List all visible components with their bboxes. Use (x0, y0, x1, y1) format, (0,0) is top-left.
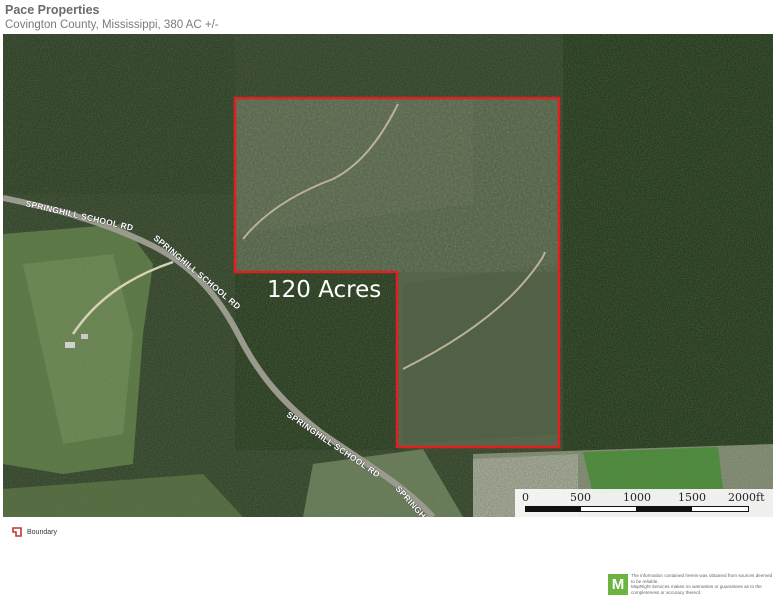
scale-tick-1500: 1500 (678, 491, 706, 504)
mapright-logo: M (608, 574, 628, 595)
boundary-icon (12, 527, 22, 537)
disclaimer-text: The information contained herein was obt… (631, 573, 774, 595)
satellite-map[interactable]: SPRINGHILL SCHOOL RD SPRINGHILL SCHOOL R… (3, 34, 773, 517)
building (65, 342, 75, 348)
legend: Boundary (12, 527, 57, 537)
parcel-acreage-label: 120 Acres (267, 277, 381, 303)
page-title: Pace Properties (5, 3, 100, 17)
scale-bar: 0 500 1000 1500 2000ft (515, 489, 773, 517)
disclaimer-line-1: The information contained herein was obt… (631, 573, 773, 584)
disclaimer-line-2: MapRight Services makes no warranties or… (631, 584, 762, 595)
scale-bar-graphic (525, 506, 749, 512)
parcel-texture (235, 98, 559, 272)
building (81, 334, 88, 339)
scale-tick-1000: 1000 (623, 491, 651, 504)
scale-tick-2000: 2000ft (728, 491, 765, 504)
page-subtitle: Covington County, Mississippi, 380 AC +/… (5, 19, 219, 31)
scale-tick-500: 500 (570, 491, 591, 504)
map-header: Pace Properties Covington County, Missis… (5, 3, 765, 33)
legend-label-boundary: Boundary (27, 528, 57, 536)
scale-tick-0: 0 (522, 491, 529, 504)
map-canvas: SPRINGHILL SCHOOL RD SPRINGHILL SCHOOL R… (3, 34, 773, 517)
